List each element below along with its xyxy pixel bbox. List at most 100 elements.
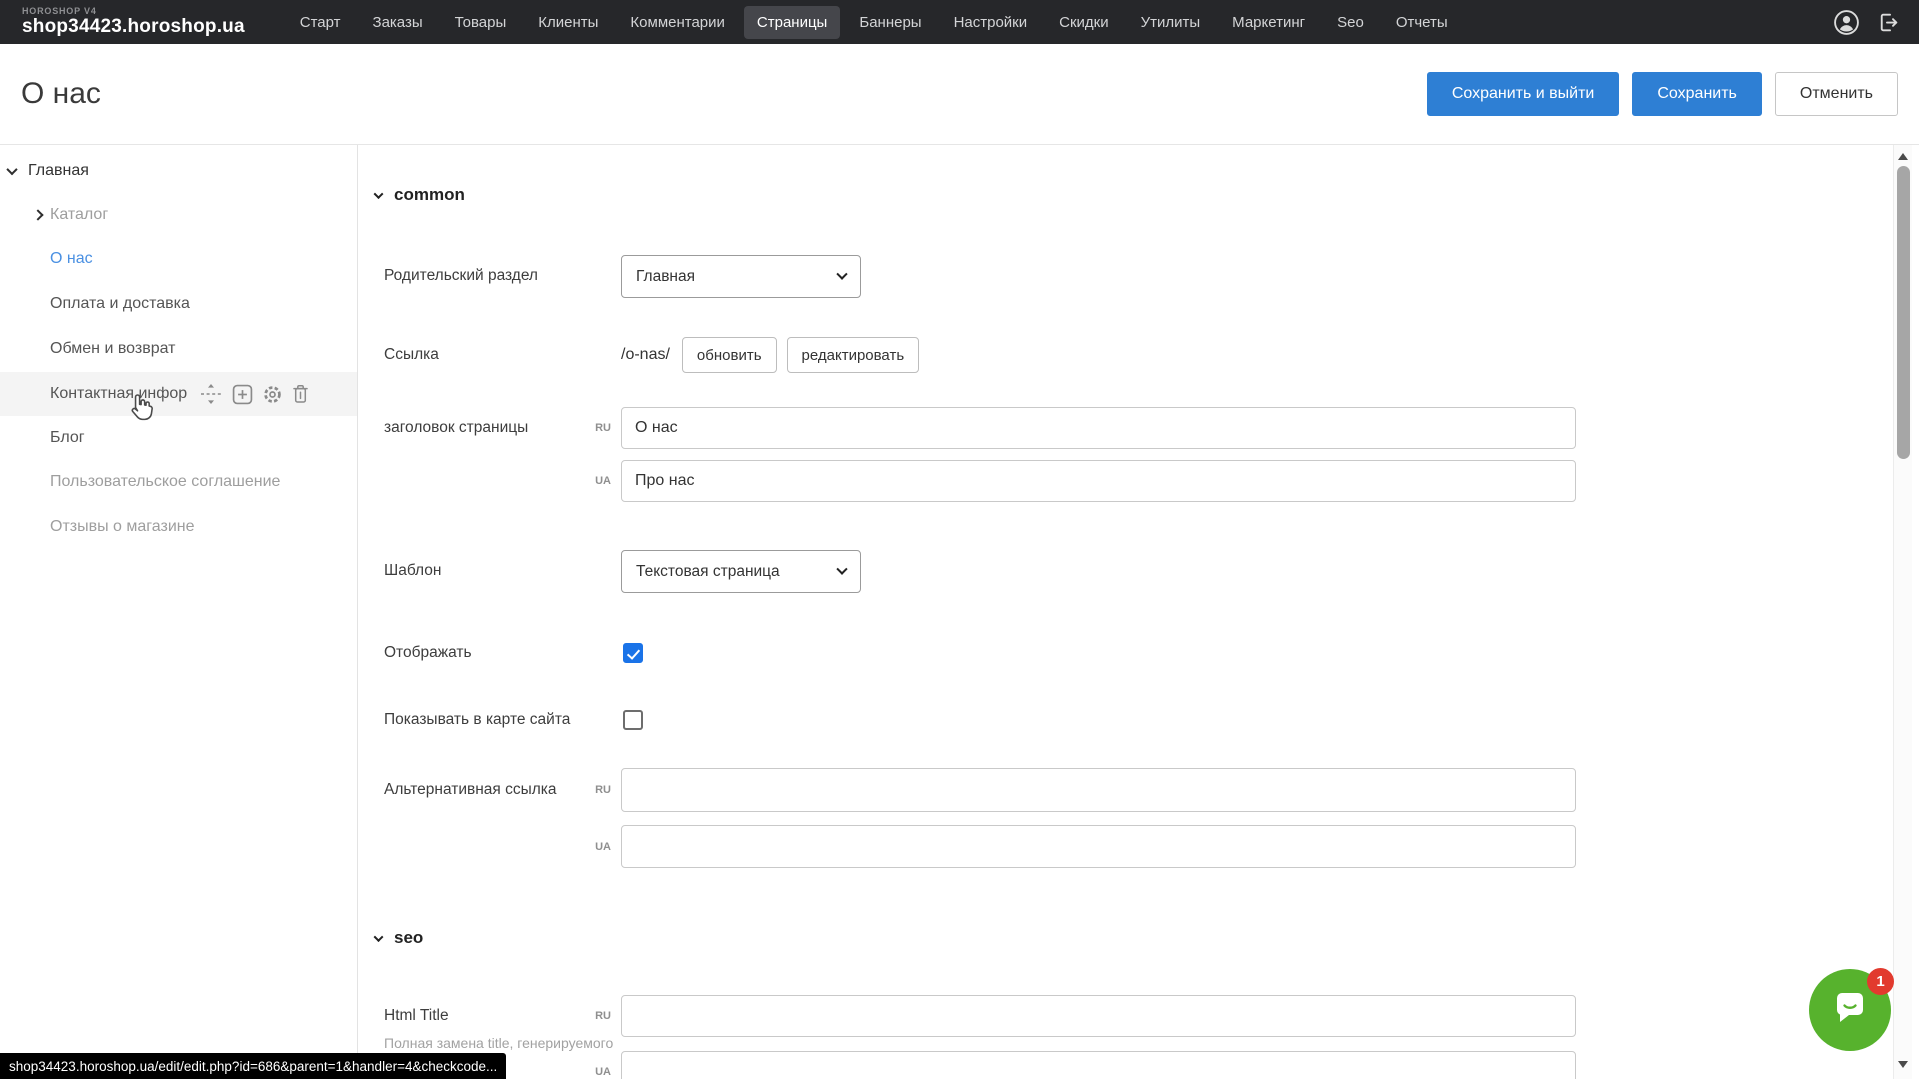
scroll-up-arrow-icon[interactable] [1898,153,1908,160]
nav-item-comments[interactable]: Комментарии [617,6,737,39]
chat-unread-badge: 1 [1867,968,1894,995]
sidebar-item-label: О нас [50,250,93,268]
nav-item-banners[interactable]: Баннеры [846,6,934,39]
topbar: HOROSHOP V4 shop34423.horoshop.ua Старт … [0,0,1919,44]
sidebar-item-otzyvy[interactable]: Отзывы о магазине [0,505,357,549]
scroll-down-arrow-icon[interactable] [1898,1061,1908,1068]
sitemap-checkbox[interactable] [623,710,643,730]
logo-domain: shop34423.horoshop.ua [22,17,245,37]
template-value: Текстовая страница [636,563,780,581]
chevron-down-icon [374,189,384,199]
chat-widget-button[interactable]: 1 [1809,969,1891,1051]
sidebar-item-katalog[interactable]: Каталог [0,193,357,237]
nav-item-reports[interactable]: Отчеты [1383,6,1461,39]
lang-tag-ua: UA [569,460,611,502]
link-path-value: /o-nas/ [621,346,670,364]
nav-item-pages[interactable]: Страницы [744,6,840,39]
link-label: Ссылка [384,337,439,373]
cancel-button[interactable]: Отменить [1775,72,1898,116]
logo[interactable]: HOROSHOP V4 shop34423.horoshop.ua [22,7,245,36]
page-title-ru-input[interactable] [621,407,1576,449]
page-title-ua-input[interactable] [621,460,1576,502]
section-seo[interactable]: seo [375,928,423,948]
alt-link-ru-input[interactable] [621,768,1576,812]
header-buttons: Сохранить и выйти Сохранить Отменить [1427,72,1898,116]
save-and-exit-button[interactable]: Сохранить и выйти [1427,72,1620,116]
account-icon[interactable] [1833,9,1860,36]
sidebar-tree: Главная Каталог О нас Оплата и доставка … [0,145,358,1079]
lang-tag-ru: RU [569,768,611,812]
sidebar-item-label: Оплата и доставка [50,295,190,313]
chevron-down-icon [836,268,847,279]
chevron-right-icon[interactable] [32,209,43,220]
nav-item-marketing[interactable]: Маркетинг [1219,6,1318,39]
nav-item-seo[interactable]: Seo [1324,6,1377,39]
sitemap-label: Показывать в карте сайта [384,710,570,730]
chat-bubble-icon [1827,985,1873,1036]
sidebar-item-label: Отзывы о магазине [50,518,195,536]
sidebar-item-obmen[interactable]: Обмен и возврат [0,327,357,371]
html-title-hint: Полная замена title, генерируемого [384,1035,613,1051]
sidebar-item-label: Главная [28,162,89,180]
tree-row-actions [199,383,309,405]
sidebar-item-label: Блог [50,429,85,447]
template-label: Шаблон [384,550,441,592]
display-checkbox[interactable] [623,643,643,663]
move-icon[interactable] [199,383,223,405]
page-title: О нас [21,77,101,111]
topbar-icons [1833,9,1901,36]
link-controls: /o-nas/ обновить редактировать [621,337,919,373]
display-label: Отображать [384,643,472,663]
section-seo-label: seo [394,928,423,948]
form-area: common Родительский раздел Главная Ссылк… [359,145,1893,1079]
lang-tag-ua: UA [569,825,611,869]
top-navigation: Старт Заказы Товары Клиенты Комментарии … [287,6,1461,39]
nav-item-discounts[interactable]: Скидки [1046,6,1121,39]
section-common[interactable]: common [375,185,465,205]
sidebar-item-o-nas[interactable]: О нас [0,237,357,281]
sidebar-item-label: Контактная инфор [50,385,187,403]
html-title-ua-input[interactable] [621,1051,1576,1079]
section-common-label: common [394,185,465,205]
sidebar-item-label: Обмен и возврат [50,340,175,358]
link-refresh-button[interactable]: обновить [682,337,777,373]
template-select[interactable]: Текстовая страница [621,550,861,593]
sidebar-item-label: Каталог [50,206,108,224]
logout-icon[interactable] [1876,10,1901,35]
nav-item-products[interactable]: Товары [442,6,520,39]
screen: HOROSHOP V4 shop34423.horoshop.ua Старт … [0,0,1919,1079]
alt-link-ua-input[interactable] [621,825,1576,868]
nav-item-utilities[interactable]: Утилиты [1128,6,1214,39]
parent-section-value: Главная [636,268,695,286]
sidebar-item-glavnaya[interactable]: Главная [0,149,357,193]
nav-item-start[interactable]: Старт [287,6,354,39]
chevron-down-icon [836,563,847,574]
scrollbar-thumb[interactable] [1897,166,1910,459]
sidebar-item-soglashenie[interactable]: Пользовательское соглашение [0,460,357,504]
nav-item-clients[interactable]: Клиенты [525,6,611,39]
chevron-down-icon [374,932,384,942]
lang-tag-ua: UA [569,1051,611,1079]
chevron-down-icon[interactable] [6,164,17,175]
nav-item-orders[interactable]: Заказы [360,6,436,39]
link-edit-button[interactable]: редактировать [787,337,920,373]
sidebar-item-oplata[interactable]: Оплата и доставка [0,282,357,326]
lang-tag-ru: RU [569,407,611,449]
parent-section-label: Родительский раздел [384,255,538,297]
settings-icon[interactable] [262,384,283,405]
html-title-ru-input[interactable] [621,995,1576,1037]
save-button[interactable]: Сохранить [1632,72,1762,116]
scrollbar[interactable] [1893,145,1912,1079]
add-icon[interactable] [232,384,253,405]
page-header: О нас Сохранить и выйти Сохранить Отмени… [0,44,1919,145]
html-title-label: Html Title [384,995,449,1037]
nav-item-settings[interactable]: Настройки [941,6,1041,39]
status-url-tooltip: shop34423.horoshop.ua/edit/edit.php?id=6… [0,1053,506,1079]
parent-section-select[interactable]: Главная [621,255,861,298]
sidebar-item-label: Пользовательское соглашение [50,473,280,491]
delete-icon[interactable] [292,384,309,404]
sidebar-item-blog[interactable]: Блог [0,416,357,460]
sidebar-item-kontaktnaya[interactable]: Контактная инфор [0,372,357,416]
alt-link-label: Альтернативная ссылка [384,768,557,812]
lang-tag-ru: RU [569,995,611,1037]
